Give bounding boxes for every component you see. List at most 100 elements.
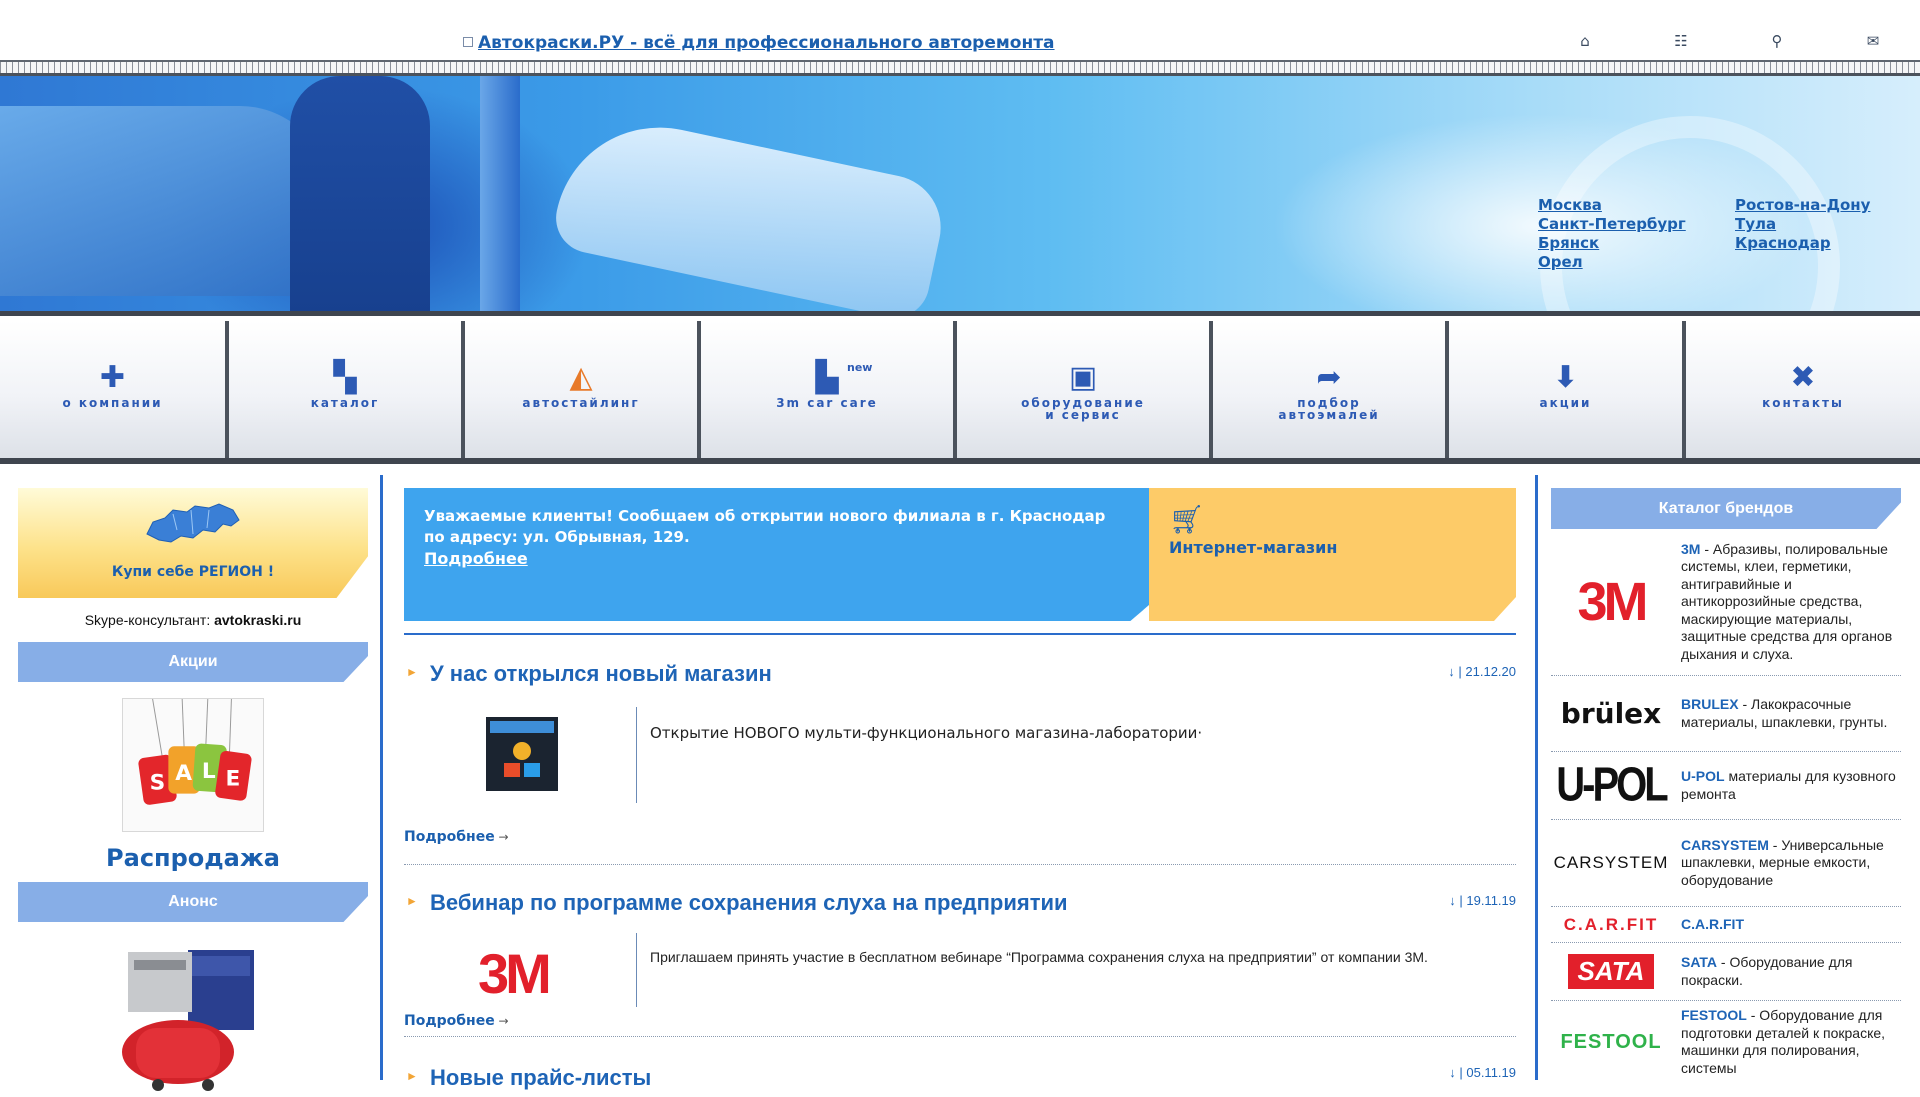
news-title[interactable]: Вебинар по программе сохранения слуха на… — [404, 890, 1068, 916]
header-banner: Москва Санкт-Петербург Брянск Орел Росто… — [0, 76, 1920, 316]
nav-label: 3m car care — [776, 396, 878, 410]
news-thumbnail[interactable] — [486, 717, 558, 791]
brand-desc-text: - Абразивы, полировальные системы, клеи,… — [1681, 540, 1893, 662]
news-text: Открытие НОВОГО мульти-функционального м… — [650, 724, 1203, 742]
brand-item-brulex[interactable]: brülex BRULEX - Лакокрасочные материалы,… — [1551, 676, 1901, 752]
brulex-brand-logo[interactable]: brülex — [1551, 697, 1671, 730]
home-icon[interactable]: ⌂ — [1573, 32, 1597, 50]
city-link[interactable]: Брянск — [1538, 234, 1686, 253]
news-separator — [636, 707, 637, 803]
brand-item-carfit[interactable]: C.A.R.FIT C.A.R.FIT — [1551, 907, 1901, 943]
svg-text:L: L — [202, 759, 216, 784]
news-date: ↓ | 19.11.19 — [1449, 893, 1516, 908]
search-icon[interactable]: ⚲ — [1765, 32, 1789, 50]
contacts-icon: ✖ — [1790, 360, 1816, 395]
nav-item-promo[interactable]: ⬇ акции — [1449, 321, 1686, 458]
brand-logo-text: U-POL — [1556, 758, 1668, 812]
column-divider-left — [380, 475, 383, 1080]
sale-link[interactable]: Распродажа — [18, 844, 368, 872]
top-bar: Автокраски.РУ - всё для профессиональног… — [0, 0, 1920, 60]
nav-item-3m-car-care[interactable]: new ▙ 3m car care — [701, 321, 957, 458]
skype-consultant: Skype-консультант: avtokraski.ru — [18, 612, 368, 628]
sitemap-icon[interactable]: ☷ — [1669, 32, 1693, 50]
nav-item-enamel[interactable]: ➦ подбор автоэмалей — [1213, 321, 1449, 458]
brand-description: FESTOOL - Оборудование для подготовки де… — [1681, 1007, 1901, 1077]
brand-logo-text: FESTOOL — [1560, 1031, 1662, 1053]
city-link[interactable]: Краснодар — [1735, 234, 1870, 253]
carsystem-brand-logo[interactable]: CARSYSTEM — [1551, 853, 1671, 873]
brand-logo-text: 3M — [1577, 572, 1648, 632]
compressor-image[interactable] — [118, 942, 268, 1092]
city-link[interactable]: Орел — [1538, 253, 1686, 272]
region-promo-box[interactable]: Купи себе РЕГИОН ! — [18, 488, 368, 598]
city-link[interactable]: Ростов-на-Дону — [1735, 196, 1870, 215]
city-link[interactable]: Санкт-Петербург — [1538, 215, 1686, 234]
brand-item-carsystem[interactable]: CARSYSTEM CARSYSTEM - Универсальные шпак… — [1551, 820, 1901, 907]
region-link[interactable]: Купи себе РЕГИОН ! — [18, 564, 368, 580]
brand-item-sata[interactable]: SATA SATA - Оборудование для покраски. — [1551, 943, 1901, 1001]
brand-name[interactable]: SATA — [1681, 954, 1717, 970]
nav-label: оборудование и сервис — [1021, 396, 1145, 422]
announcement-more-link[interactable]: Подробнее — [424, 549, 528, 568]
brand-name[interactable]: 3M — [1681, 541, 1700, 557]
news-more-link[interactable]: Подробнее — [404, 1013, 509, 1029]
cities-list-2: Ростов-на-Дону Тула Краснодар — [1735, 196, 1870, 253]
brand-name[interactable]: BRULEX — [1681, 696, 1739, 712]
brand-item-upol[interactable]: U-POL U-POL материалы для кузовного ремо… — [1551, 752, 1901, 820]
brand-description: BRULEX - Лакокрасочные материалы, шпакле… — [1681, 696, 1901, 731]
city-link[interactable]: Тула — [1735, 215, 1870, 234]
skype-id: avtokraski.ru — [214, 612, 302, 628]
main-nav: ✚ о компании ▚ каталог ◭ автостайлинг ne… — [0, 321, 1920, 464]
nav-item-catalog[interactable]: ▚ каталог — [229, 321, 465, 458]
nav-label: автостайлинг — [522, 396, 640, 410]
news-title[interactable]: Новые прайс-листы — [404, 1065, 651, 1091]
mail-icon[interactable]: ✉ — [1861, 32, 1885, 50]
news-item: У нас открылся новый магазин ↓ | 21.12.2… — [404, 635, 1516, 865]
festool-brand-logo[interactable]: FESTOOL — [1551, 1031, 1671, 1054]
svg-text:S: S — [150, 771, 166, 796]
equipment-icon: ▣ — [1068, 360, 1098, 395]
news-date-value: 05.11.19 — [1466, 1065, 1516, 1080]
brand-name[interactable]: C.A.R.FIT — [1681, 916, 1744, 932]
brand-name[interactable]: CARSYSTEM — [1681, 837, 1769, 853]
brand-name[interactable]: U-POL — [1681, 768, 1725, 784]
online-shop-box[interactable]: 🛒︎ Интернет-магазин — [1149, 488, 1516, 621]
brand-catalog-sidebar: Каталог брендов 3M 3M - Абразивы, полиро… — [1551, 488, 1901, 1081]
site-title-link[interactable]: Автокраски.РУ - всё для профессиональног… — [463, 33, 1055, 53]
brand-description: CARSYSTEM - Универсальные шпаклевки, мер… — [1681, 837, 1901, 890]
top-ruler-divider — [0, 60, 1920, 76]
promo-section-header: Акции — [18, 642, 368, 682]
3m-brand-logo[interactable]: 3M — [1551, 571, 1671, 633]
brand-name[interactable]: FESTOOL — [1681, 1007, 1747, 1023]
brand-item-festool[interactable]: FESTOOL FESTOOL - Оборудование для подго… — [1551, 1001, 1901, 1081]
nav-item-styling[interactable]: ◭ автостайлинг — [465, 321, 701, 458]
news-title[interactable]: У нас открылся новый магазин — [404, 661, 772, 687]
enamel-icon: ➦ — [1316, 360, 1342, 395]
news-date-value: 21.12.20 — [1465, 664, 1516, 679]
svg-text:E: E — [226, 767, 241, 792]
skype-label: Skype-консультант: — [84, 612, 211, 628]
nav-label: акции — [1539, 396, 1592, 410]
nav-item-contacts[interactable]: ✖ контакты — [1686, 321, 1920, 458]
news-more-link[interactable]: Подробнее — [404, 829, 509, 845]
nav-item-company[interactable]: ✚ о компании — [0, 321, 229, 458]
sale-tags-image[interactable]: S A L E — [122, 698, 264, 832]
main-content: Уважаемые клиенты! Сообщаем об открытии … — [404, 488, 1516, 1097]
styling-icon: ◭ — [569, 360, 593, 395]
banner-lift-image — [480, 76, 520, 311]
brand-description: SATA - Оборудование для покраски. — [1681, 954, 1901, 989]
online-shop-link[interactable]: Интернет-магазин — [1169, 538, 1496, 557]
carfit-brand-logo[interactable]: C.A.R.FIT — [1551, 915, 1671, 935]
carcare-icon: ▙ — [815, 360, 839, 395]
sata-brand-logo[interactable]: SATA — [1551, 954, 1671, 989]
news-thumbnail-3m[interactable]: 3M — [474, 942, 574, 1005]
brand-item-3m[interactable]: 3M 3M - Абразивы, полировальные системы,… — [1551, 529, 1901, 676]
city-link[interactable]: Москва — [1538, 196, 1686, 215]
brand-description: 3M - Абразивы, полировальные системы, кл… — [1681, 541, 1901, 664]
brand-logo-text: C.A.R.FIT — [1563, 914, 1659, 934]
company-icon: ✚ — [99, 360, 126, 395]
promo-row: Уважаемые клиенты! Сообщаем об открытии … — [404, 488, 1516, 621]
upol-brand-logo[interactable]: U-POL — [1551, 759, 1671, 812]
anons-section-header: Анонс — [18, 882, 368, 922]
nav-item-equipment[interactable]: ▣ оборудование и сервис — [957, 321, 1213, 458]
